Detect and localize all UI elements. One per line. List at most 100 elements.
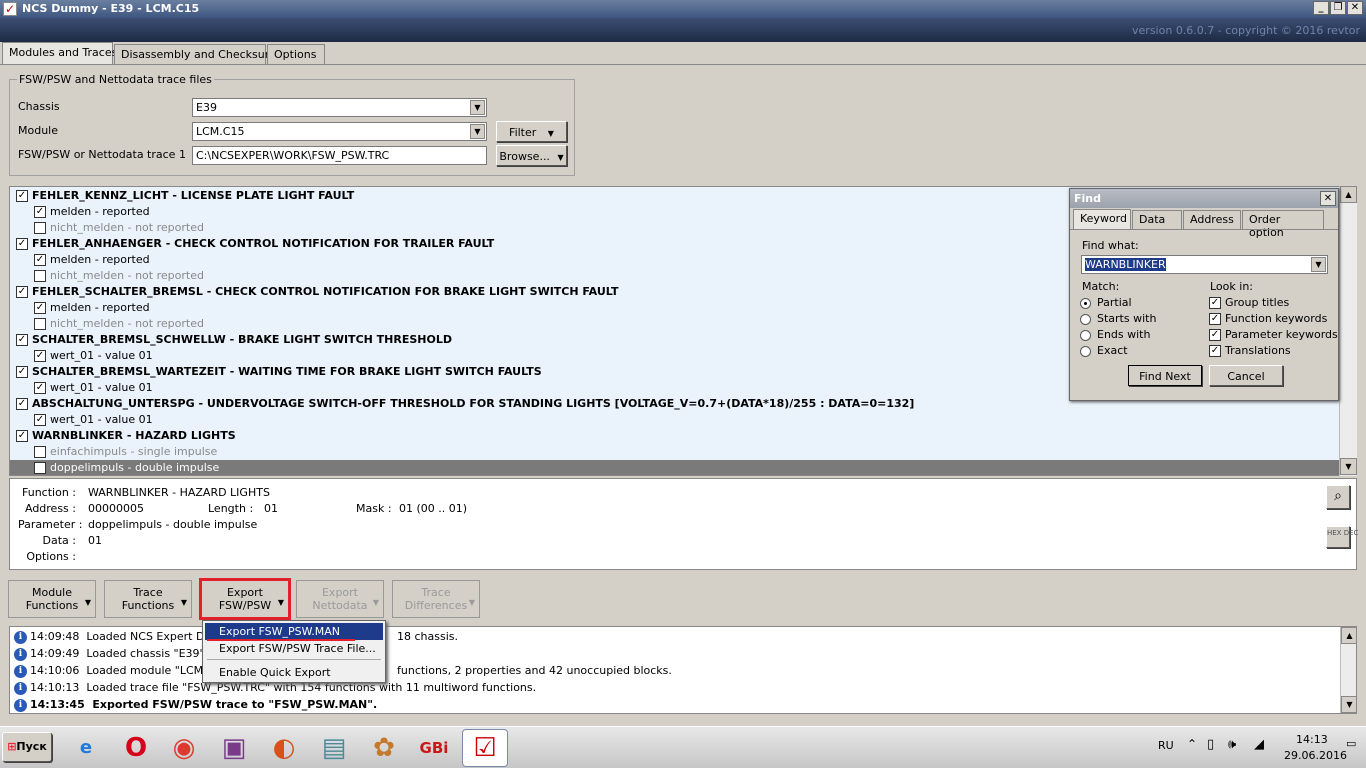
opera-icon[interactable]: O (118, 730, 154, 766)
gbi-icon[interactable]: GBi (416, 730, 452, 766)
checkbox[interactable] (34, 318, 46, 330)
radio[interactable] (1080, 345, 1091, 357)
find-what-label: Find what: (1082, 239, 1139, 252)
tab-disassembly[interactable]: Disassembly and Checksums (114, 44, 281, 64)
radio-selected[interactable] (1080, 297, 1091, 309)
chevron-down-icon[interactable]: ▼ (470, 124, 485, 139)
clock-time[interactable]: 14:13 (1296, 733, 1328, 746)
find-tab-address[interactable]: Address (1183, 210, 1241, 229)
trace-functions-button[interactable]: Trace Functions ▼ (104, 580, 192, 618)
clock-date[interactable]: 29.06.2016 (1284, 749, 1347, 762)
magnifier-icon[interactable]: ⌕ (1326, 485, 1350, 509)
match-starts-with[interactable]: Starts with (1080, 312, 1156, 325)
chassis-select[interactable]: E39 ▼ (192, 98, 487, 117)
find-next-button[interactable]: Find Next (1128, 365, 1202, 386)
scroll-up-icon[interactable]: ▲ (1341, 627, 1356, 644)
checkbox[interactable]: ✓ (16, 286, 28, 298)
module-functions-button[interactable]: Module Functions ▼ (8, 580, 96, 618)
export-nettodata-button[interactable]: Export Nettodata ▼ (296, 580, 384, 618)
checkbox[interactable] (34, 446, 46, 458)
checkbox[interactable]: ✓ (16, 238, 28, 250)
checkbox[interactable]: ✓ (1209, 297, 1221, 309)
scroll-up-icon[interactable]: ▲ (1340, 186, 1357, 203)
find-what-input[interactable]: WARNBLINKER ▼ (1081, 255, 1328, 274)
checkbox[interactable]: ✓ (16, 190, 28, 202)
look-in-function-keywords[interactable]: ✓ Function keywords (1209, 312, 1327, 325)
menu-item-export-man[interactable]: Export FSW_PSW.MAN (205, 623, 383, 640)
radio[interactable] (1080, 313, 1091, 325)
match-exact[interactable]: Exact (1080, 344, 1128, 357)
checkbox[interactable]: ✓ (34, 302, 46, 314)
match-partial[interactable]: Partial (1080, 296, 1132, 309)
save-disk-icon[interactable]: ▣ (216, 730, 252, 766)
maximize-button[interactable]: ❐ (1330, 1, 1346, 15)
look-in-translations[interactable]: ✓ Translations (1209, 344, 1291, 357)
ncs-dummy-taskbar-icon[interactable]: ☑ (462, 729, 508, 767)
checkbox[interactable]: ✓ (16, 334, 28, 346)
battery-icon[interactable]: ▯ (1207, 737, 1214, 752)
checkbox[interactable]: ✓ (34, 462, 46, 474)
checkbox[interactable]: ✓ (16, 366, 28, 378)
module-select[interactable]: LCM.C15 ▼ (192, 122, 487, 141)
find-tab-keyword[interactable]: Keyword (1073, 209, 1131, 230)
cancel-button[interactable]: Cancel (1209, 365, 1283, 386)
start-button[interactable]: ⊞Пуск (2, 732, 52, 762)
tab-options[interactable]: Options (267, 44, 325, 64)
look-in-group-titles[interactable]: ✓ Group titles (1209, 296, 1289, 309)
checkbox[interactable]: ✓ (1209, 329, 1221, 341)
checkbox[interactable] (34, 270, 46, 282)
checkbox[interactable]: ✓ (34, 350, 46, 362)
close-icon[interactable]: ✕ (1320, 191, 1336, 206)
parameter-row[interactable]: ✓ wert_01 - value 01 (10, 412, 1340, 428)
log-scrollbar[interactable]: ▲ ▼ (1340, 627, 1356, 713)
network-icon[interactable]: ◢ (1254, 737, 1264, 752)
menu-item-export-trace-file[interactable]: Export FSW/PSW Trace File... (205, 640, 383, 657)
parameter-row-selected[interactable]: ✓ doppelimpuls - double impulse (10, 460, 1340, 475)
radio[interactable] (1080, 329, 1091, 341)
checkbox[interactable]: ✓ (34, 414, 46, 426)
chevron-down-icon[interactable]: ▼ (1311, 257, 1326, 272)
trace-path-input[interactable]: C:\NCSEXPER\WORK\FSW_PSW.TRC (192, 146, 487, 165)
scroll-down-icon[interactable]: ▼ (1340, 458, 1357, 475)
find-tab-data[interactable]: Data (1132, 210, 1182, 229)
match-ends-with[interactable]: Ends with (1080, 328, 1150, 341)
menu-item-quick-export[interactable]: Enable Quick Export (205, 664, 383, 681)
browse-button[interactable]: Browse... ▼ (496, 145, 567, 166)
checkbox[interactable]: ✓ (16, 398, 28, 410)
checkbox[interactable]: ✓ (34, 382, 46, 394)
checkbox[interactable]: ✓ (1209, 313, 1221, 325)
language-indicator[interactable]: RU (1158, 739, 1174, 752)
chevron-up-icon[interactable]: ⌃ (1187, 737, 1197, 751)
volume-icon[interactable]: 🕪 (1228, 737, 1236, 752)
close-button[interactable]: ✕ (1347, 1, 1363, 15)
look-in-parameter-keywords[interactable]: ✓ Parameter keywords (1209, 328, 1338, 341)
chassis-label: Chassis (18, 100, 60, 113)
checkbox[interactable]: ✓ (16, 430, 28, 442)
scroll-down-icon[interactable]: ▼ (1341, 696, 1356, 713)
trace-label: FSW/PSW or Nettodata trace 1 (18, 148, 186, 161)
internet-explorer-icon[interactable]: e (68, 730, 104, 766)
checkbox[interactable]: ✓ (1209, 345, 1221, 357)
chevron-down-icon[interactable]: ▼ (470, 100, 485, 115)
list-scrollbar[interactable]: ▲ ▼ (1339, 186, 1357, 476)
notification-icon[interactable]: ▭ (1346, 737, 1356, 750)
find-tab-order-option[interactable]: Order option (1242, 210, 1324, 239)
minimize-button[interactable]: _ (1313, 1, 1329, 15)
checkbox[interactable]: ✓ (34, 254, 46, 266)
trace-differences-button[interactable]: Trace Differences ▼ (392, 580, 480, 618)
ccleaner-icon[interactable]: ◐ (266, 730, 302, 766)
chevron-down-icon: ▼ (180, 598, 187, 607)
hex-dec-toggle[interactable]: HEX DEC (1326, 526, 1358, 548)
parameter-row[interactable]: einfachimpuls - single impulse (10, 444, 1340, 460)
function-group-row[interactable]: ✓ WARNBLINKER - HAZARD LIGHTS (10, 428, 1340, 444)
tab-modules-and-traces[interactable]: Modules and Traces (2, 42, 117, 65)
module-label: Module (18, 124, 58, 137)
checkbox[interactable]: ✓ (34, 206, 46, 218)
chrome-icon[interactable]: ◉ (166, 730, 202, 766)
paint-icon[interactable]: ✿ (366, 730, 402, 766)
checkbox[interactable] (34, 222, 46, 234)
length-value: 01 (264, 502, 278, 515)
notepad-icon[interactable]: ▤ (316, 730, 352, 766)
title-bar: ✓ NCS Dummy - E39 - LCM.C15 _ ❐ ✕ (0, 0, 1366, 18)
filter-button[interactable]: Filter ▼ (496, 121, 567, 142)
